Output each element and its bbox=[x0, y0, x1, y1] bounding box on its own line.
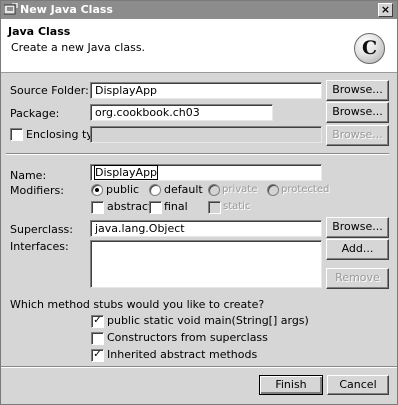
enclosing-type-checkbox[interactable] bbox=[10, 128, 23, 141]
source-folder-input[interactable]: DisplayApp bbox=[90, 82, 322, 99]
interfaces-list[interactable] bbox=[90, 240, 322, 288]
name-input[interactable]: DisplayApp bbox=[90, 164, 322, 181]
modifier-static-checkbox[interactable] bbox=[208, 201, 221, 214]
modifier-abstract-checkbox[interactable] bbox=[91, 201, 104, 214]
page-description: Create a new Java class. bbox=[11, 41, 146, 54]
modifier-abstract-label: abstract bbox=[107, 200, 153, 213]
modifier-public-radio[interactable] bbox=[91, 184, 103, 196]
modifier-private-label: private bbox=[222, 184, 258, 195]
header-banner: Java Class Create a new Java class. C bbox=[1, 19, 397, 73]
checkmark-icon: ✓ bbox=[93, 315, 102, 326]
finish-button[interactable]: Finish bbox=[259, 375, 323, 395]
interfaces-label: Interfaces: bbox=[10, 240, 69, 253]
modifier-static-label: static bbox=[223, 201, 251, 212]
superclass-input[interactable]: java.lang.Object bbox=[90, 220, 322, 237]
eclipse-app-icon bbox=[4, 3, 18, 15]
footer-separator bbox=[1, 366, 397, 368]
modifier-default-radio[interactable] bbox=[149, 184, 161, 196]
new-java-class-dialog: New Java Class × Java Class Create a new… bbox=[0, 0, 398, 405]
java-class-icon: C bbox=[354, 33, 385, 64]
browse-enclosing-type-button[interactable]: Browse... bbox=[326, 125, 389, 146]
main-method-checkbox[interactable]: ✓ bbox=[91, 315, 104, 328]
close-icon: × bbox=[380, 3, 391, 16]
package-label: Package: bbox=[10, 107, 60, 120]
remove-interface-button[interactable]: Remove bbox=[326, 268, 389, 289]
modifier-private-radio[interactable] bbox=[208, 184, 220, 196]
window-title: New Java Class bbox=[20, 3, 113, 16]
add-interface-button[interactable]: Add... bbox=[326, 239, 389, 260]
inherited-abstract-checkbox[interactable]: ✓ bbox=[91, 349, 104, 362]
modifier-default-label: default bbox=[164, 183, 203, 196]
modifier-final-checkbox[interactable] bbox=[149, 201, 162, 214]
cancel-button[interactable]: Cancel bbox=[327, 375, 389, 395]
name-value: DisplayApp bbox=[93, 165, 159, 180]
modifier-protected-label: protected bbox=[281, 184, 330, 195]
browse-package-button[interactable]: Browse... bbox=[326, 102, 389, 123]
enclosing-type-input[interactable] bbox=[90, 126, 322, 143]
title-bar[interactable]: New Java Class × bbox=[1, 1, 397, 19]
source-folder-label: Source Folder: bbox=[10, 84, 89, 97]
name-label: Name: bbox=[10, 169, 47, 182]
browse-superclass-button[interactable]: Browse... bbox=[326, 217, 389, 238]
separator bbox=[6, 153, 389, 155]
modifier-final-label: final bbox=[164, 200, 188, 213]
constructors-checkbox[interactable] bbox=[91, 332, 104, 345]
superclass-value: java.lang.Object bbox=[95, 222, 185, 235]
close-button[interactable]: × bbox=[378, 3, 393, 17]
modifiers-label: Modifiers: bbox=[10, 184, 64, 197]
method-stubs-question: Which method stubs would you like to cre… bbox=[10, 298, 265, 311]
browse-source-folder-button[interactable]: Browse... bbox=[326, 80, 389, 101]
constructors-label: Constructors from superclass bbox=[107, 331, 268, 344]
modifier-public-label: public bbox=[106, 183, 140, 196]
main-method-label: public static void main(String[] args) bbox=[107, 314, 309, 327]
inherited-abstract-label: Inherited abstract methods bbox=[107, 348, 258, 361]
checkmark-icon: ✓ bbox=[93, 349, 102, 360]
superclass-label: Superclass: bbox=[10, 223, 73, 236]
page-title: Java Class bbox=[8, 25, 71, 38]
package-value: org.cookbook.ch03 bbox=[95, 106, 200, 119]
source-folder-value: DisplayApp bbox=[95, 84, 158, 97]
package-input[interactable]: org.cookbook.ch03 bbox=[90, 104, 273, 121]
modifier-protected-radio[interactable] bbox=[267, 184, 279, 196]
